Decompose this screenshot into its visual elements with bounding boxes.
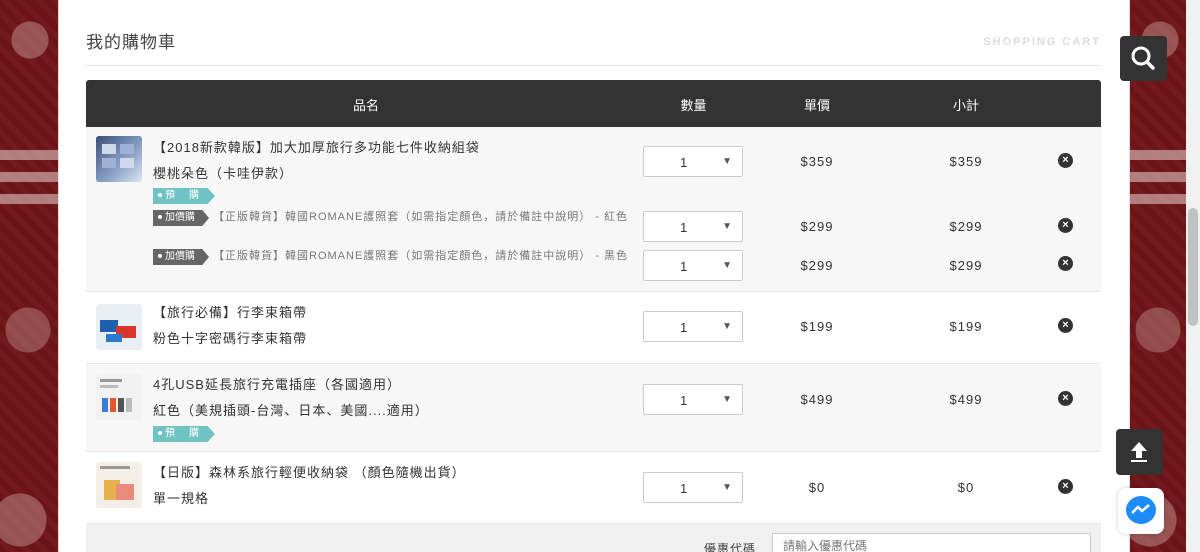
search-icon	[1131, 46, 1155, 70]
quantity-select[interactable]: 1 ▼	[643, 311, 743, 342]
header-unit-price: 單價	[803, 98, 830, 113]
preorder-badge: 預 購	[153, 426, 215, 442]
scrollbar-thumb[interactable]	[1188, 208, 1198, 326]
remove-addon-button[interactable]: ×	[1058, 218, 1073, 233]
addon-unit-price: $299	[800, 219, 834, 234]
coupon-label: 優惠代碼	[704, 542, 757, 552]
arrow-up-icon	[1131, 442, 1147, 462]
addon-name[interactable]: 【正版韓貨】韓國ROMANE護照套（如需指定顏色，請於備註中說明） - 紅色	[213, 210, 643, 224]
remove-item-button[interactable]: ×	[1058, 318, 1073, 333]
product-variant: 櫻桃朵色（卡哇伊款）	[153, 166, 294, 181]
cart-row: 【旅行必備】行李束箱帶 粉色十字密碼行李束箱帶 1 ▼ $199 $199 ×	[86, 292, 1101, 364]
product-name[interactable]: 【日版】森林系旅行輕便收納袋 （顏色隨機出貨）	[153, 462, 466, 481]
cart-table-header: 品名 數量 單價 小計	[86, 80, 1101, 127]
page-scrollbar[interactable]	[1186, 0, 1200, 552]
addon-name[interactable]: 【正版韓貨】韓國ROMANE護照套（如需指定顏色，請於備註中說明） - 黑色	[213, 249, 643, 263]
close-circle-icon: ×	[1062, 480, 1069, 492]
unit-price: $0	[808, 480, 826, 495]
product-name[interactable]: 【旅行必備】行李束箱帶	[153, 302, 307, 321]
cart-panel: 我的購物車 SHOPPING CART 品名 數量 單價 小計 【2018新款韓…	[58, 0, 1130, 552]
cart-header: 我的購物車 SHOPPING CART	[86, 28, 1101, 66]
product-name[interactable]: 【2018新款韓版】加大加厚旅行多功能七件收納組袋	[153, 137, 480, 156]
product-thumbnail[interactable]	[96, 374, 142, 420]
chevron-down-icon: ▼	[722, 156, 732, 167]
close-circle-icon: ×	[1062, 219, 1069, 231]
unit-price: $359	[800, 154, 834, 169]
quantity-select[interactable]: 1 ▼	[643, 146, 743, 177]
chevron-down-icon: ▼	[722, 321, 732, 332]
cart-row: 【日版】森林系旅行輕便收納袋 （顏色隨機出貨） 單一規格 1 ▼ $0 $0 ×	[86, 452, 1101, 524]
page-subtitle: SHOPPING CART	[983, 36, 1101, 48]
luggage-strap-image-icon	[100, 320, 136, 342]
unit-price: $199	[800, 319, 834, 334]
addon-quantity-select[interactable]: 1 ▼	[643, 250, 743, 281]
product-thumbnail[interactable]	[96, 136, 142, 182]
addon-unit-price: $299	[800, 258, 834, 273]
chevron-down-icon: ▼	[722, 482, 732, 493]
subtotal: $359	[949, 154, 983, 169]
chevron-down-icon: ▼	[722, 394, 732, 405]
product-thumbnail[interactable]	[96, 462, 142, 508]
addon-subtotal: $299	[949, 219, 983, 234]
close-circle-icon: ×	[1062, 392, 1069, 404]
product-name[interactable]: 4孔USB延長旅行充電插座（各國適用）	[153, 374, 401, 393]
header-name: 品名	[352, 98, 379, 113]
product-variant: 紅色（美規插頭-台灣、日本、美國....適用）	[153, 403, 429, 418]
page-title: 我的購物車	[86, 33, 176, 52]
close-circle-icon: ×	[1062, 319, 1069, 331]
subtotal: $199	[949, 319, 983, 334]
messenger-icon	[1126, 496, 1156, 524]
storage-bag-image-icon	[100, 466, 134, 500]
remove-item-button[interactable]: ×	[1058, 153, 1073, 168]
close-circle-icon: ×	[1062, 154, 1069, 166]
addon-quantity-select[interactable]: 1 ▼	[643, 211, 743, 242]
remove-item-button[interactable]: ×	[1058, 479, 1073, 494]
back-to-top-button[interactable]	[1116, 429, 1163, 475]
header-subtotal: 小計	[952, 98, 979, 113]
addon-badge: 加價購	[153, 249, 209, 265]
coupon-input[interactable]	[772, 533, 1091, 552]
close-circle-icon: ×	[1062, 257, 1069, 269]
search-button[interactable]	[1120, 36, 1167, 81]
chevron-down-icon: ▼	[722, 260, 732, 271]
addon-subtotal: $299	[949, 258, 983, 273]
subtotal: $499	[949, 392, 983, 407]
messenger-button[interactable]	[1118, 488, 1164, 534]
remove-item-button[interactable]: ×	[1058, 391, 1073, 406]
usb-socket-image-icon	[100, 379, 132, 412]
organizer-image-icon	[102, 144, 134, 168]
cart-row: 【2018新款韓版】加大加厚旅行多功能七件收納組袋 櫻桃朵色（卡哇伊款） 預 購…	[86, 127, 1101, 292]
product-variant: 單一規格	[153, 491, 210, 506]
left-decorative-border	[0, 0, 58, 552]
addon-badge: 加價購	[153, 210, 209, 226]
subtotal: $0	[957, 480, 975, 495]
preorder-badge: 預 購	[153, 188, 215, 204]
product-thumbnail[interactable]	[96, 304, 142, 350]
quantity-select[interactable]: 1 ▼	[643, 384, 743, 415]
chevron-down-icon: ▼	[722, 221, 732, 232]
remove-addon-button[interactable]: ×	[1058, 256, 1073, 271]
cart-row: 4孔USB延長旅行充電插座（各國適用） 紅色（美規插頭-台灣、日本、美國....…	[86, 364, 1101, 452]
header-qty: 數量	[680, 98, 707, 113]
quantity-select[interactable]: 1 ▼	[643, 472, 743, 503]
unit-price: $499	[800, 392, 834, 407]
product-variant: 粉色十字密碼行李束箱帶	[153, 331, 308, 346]
